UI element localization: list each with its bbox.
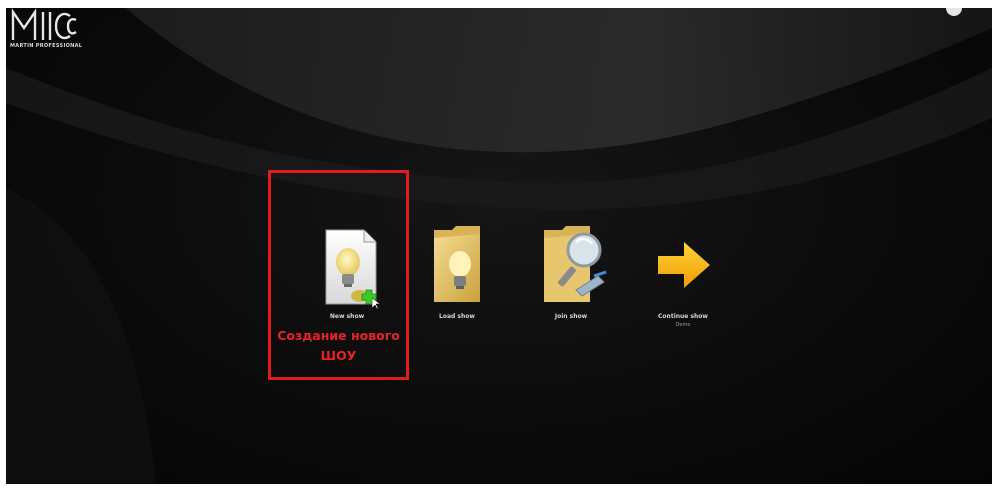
martin-logo (10, 8, 100, 47)
annotation-line-2: ШОУ (320, 348, 357, 363)
join-show-label: Join show (554, 313, 588, 320)
join-show-button[interactable]: Join show (526, 222, 616, 332)
continue-show-button[interactable]: Continue show Demo (638, 222, 728, 342)
load-show-label: Load show (439, 313, 475, 320)
logo-subtitle: MARTIN PROFESSIONAL (10, 43, 83, 49)
app-screen: MARTIN PROFESSIONAL New show Load show J… (6, 8, 992, 484)
arrow-right-icon (658, 242, 710, 288)
folder-lightbulb-icon (434, 226, 480, 302)
load-show-button[interactable]: Load show (412, 222, 502, 332)
continue-show-label: Continue show (658, 313, 708, 320)
annotation-line-1: Создание нового (277, 328, 400, 343)
folder-search-icon (544, 226, 607, 302)
annotation-text: Создание нового ШОУ (268, 326, 409, 366)
continue-show-sublabel: Demo (675, 322, 691, 328)
mpc-logo-icon (11, 8, 77, 40)
